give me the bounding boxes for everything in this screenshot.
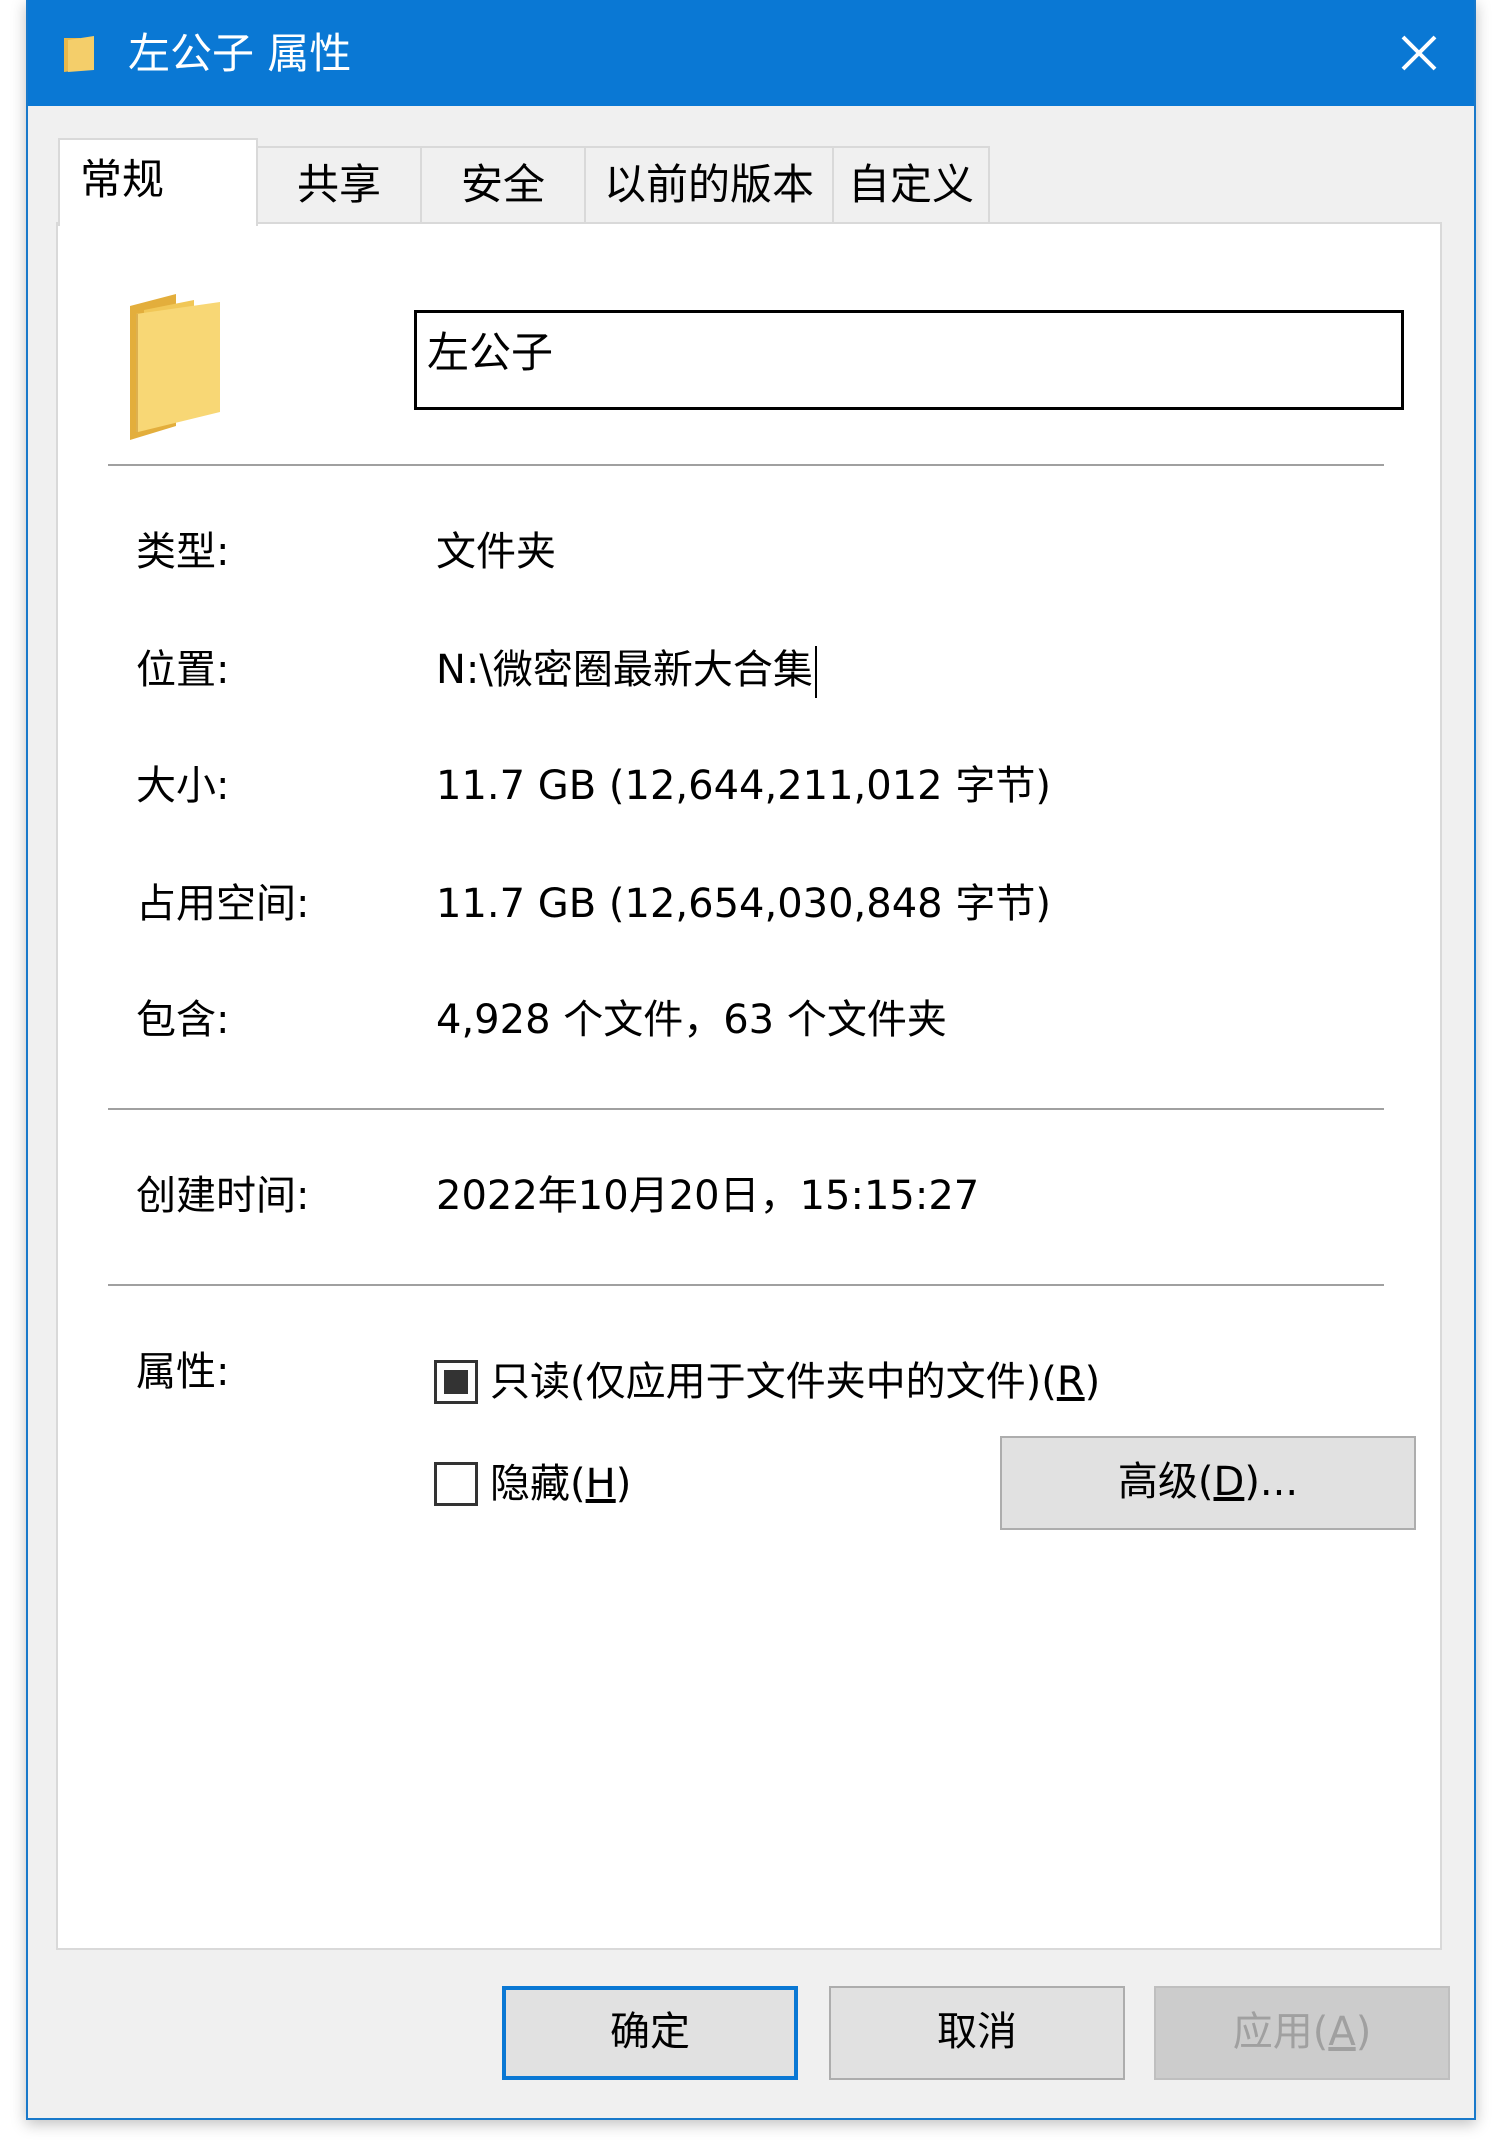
type-value: 文件夹 [436, 529, 556, 575]
size-on-disk-value: 11.7 GB (12,654,030,848 字节) [436, 881, 1051, 927]
type-label: 类型: [136, 529, 230, 575]
general-tab-panel: 左公子 类型: 文件夹 位置: N:\微密圈最新大合集 大小: 11.7 GB … [56, 222, 1442, 1950]
readonly-checkbox-row[interactable]: 只读(仅应用于文件夹中的文件)(R) [434, 1354, 1100, 1410]
divider [108, 1108, 1384, 1110]
tab-previous-versions[interactable]: 以前的版本 [584, 146, 834, 224]
hidden-label: 隐藏(H) [490, 1461, 632, 1507]
cancel-button[interactable]: 取消 [829, 1986, 1125, 2080]
folder-name-value: 左公子 [427, 328, 554, 377]
close-button[interactable] [1364, 0, 1474, 106]
properties-dialog: 左公子 属性 常规 共享 安全 以前的版本 自定义 左公子 类型: 文件夹 位置… [26, 0, 1476, 2120]
close-icon [1401, 35, 1437, 71]
tab-general[interactable]: 常规 [58, 138, 258, 226]
readonly-checkbox[interactable] [434, 1360, 478, 1404]
location-text: N:\微密圈最新大合集 [436, 647, 813, 693]
tab-sharing[interactable]: 共享 [256, 146, 422, 224]
hidden-checkbox-row[interactable]: 隐藏(H) [434, 1456, 631, 1512]
contains-value: 4,928 个文件，63 个文件夹 [436, 997, 947, 1043]
tab-customize[interactable]: 自定义 [832, 146, 990, 224]
divider [108, 1284, 1384, 1286]
readonly-label: 只读(仅应用于文件夹中的文件)(R) [490, 1359, 1101, 1405]
created-value: 2022年10月20日，15:15:27 [436, 1173, 980, 1219]
attributes-label: 属性: [136, 1349, 230, 1395]
location-value[interactable]: N:\微密圈最新大合集 [436, 642, 817, 698]
hidden-checkbox[interactable] [434, 1462, 478, 1506]
folder-icon [130, 294, 220, 440]
window-title: 左公子 属性 [128, 29, 352, 78]
folder-icon [64, 36, 94, 72]
tab-security[interactable]: 安全 [420, 146, 586, 224]
ok-button[interactable]: 确定 [502, 1986, 798, 2080]
location-label: 位置: [136, 647, 230, 693]
size-on-disk-label: 占用空间: [136, 881, 310, 927]
apply-button[interactable]: 应用(A) [1154, 1986, 1450, 2080]
text-caret [814, 646, 817, 698]
contains-label: 包含: [136, 997, 230, 1043]
divider [108, 464, 1384, 466]
folder-name-input[interactable]: 左公子 [414, 310, 1404, 410]
title-bar[interactable]: 左公子 属性 [28, 0, 1474, 106]
advanced-button[interactable]: 高级(D)... [1000, 1436, 1416, 1530]
size-value: 11.7 GB (12,644,211,012 字节) [436, 763, 1051, 809]
size-label: 大小: [136, 763, 230, 809]
created-label: 创建时间: [136, 1173, 310, 1219]
